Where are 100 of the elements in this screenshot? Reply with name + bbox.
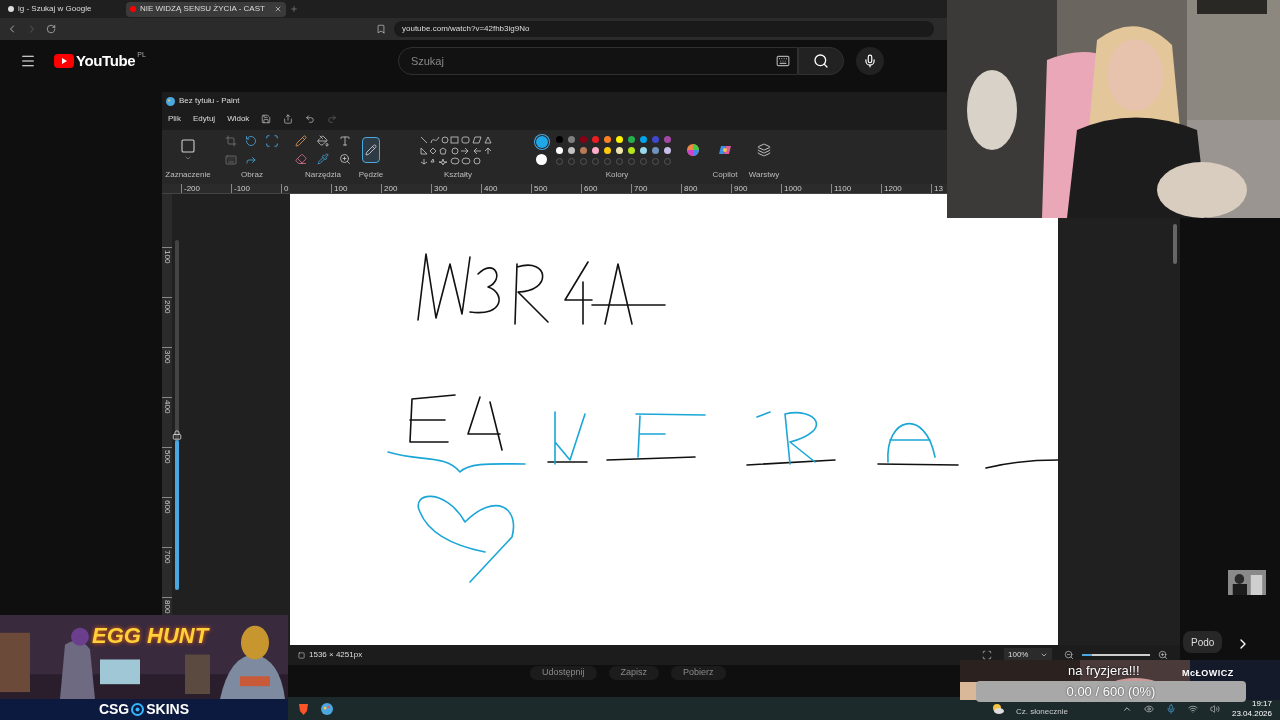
- color-swatch[interactable]: [663, 135, 671, 143]
- color-swatch[interactable]: [627, 146, 635, 154]
- color-swatch[interactable]: [615, 135, 623, 143]
- caret-icon[interactable]: [184, 154, 192, 162]
- primary-color-swatch[interactable]: [535, 135, 548, 148]
- search-button[interactable]: [797, 47, 844, 75]
- scrollbar[interactable]: [1173, 224, 1177, 264]
- window-title: Bez tytułu - Paint: [179, 95, 240, 107]
- mic-icon: [862, 54, 877, 68]
- color-swatch[interactable]: [591, 135, 599, 143]
- color-swatch[interactable]: [651, 135, 659, 143]
- video-favicon-icon: [130, 6, 136, 12]
- clock-date: 23.04.2026: [1231, 708, 1272, 719]
- ruler-label: -200: [181, 184, 231, 193]
- ruler-label: 300: [162, 347, 172, 397]
- ruler-label: 1100: [831, 184, 881, 193]
- video-action-button[interactable]: Zapisz: [608, 666, 660, 680]
- address-bar[interactable]: youtube.com/watch?v=42fhb3ig9No: [394, 21, 934, 37]
- network-icon[interactable]: [1187, 703, 1198, 714]
- secondary-color-swatch[interactable]: [536, 153, 547, 165]
- keyboard-icon[interactable]: [775, 54, 790, 68]
- group-label: Obraz: [241, 170, 263, 180]
- brush-icon[interactable]: [365, 144, 377, 156]
- ruler-label: 900: [731, 184, 781, 193]
- ruler-label: 1200: [881, 184, 931, 193]
- layers-icon[interactable]: [757, 143, 771, 157]
- ruler-label: 300: [431, 184, 481, 193]
- color-swatch[interactable]: [651, 146, 659, 154]
- fit-icon[interactable]: [982, 650, 992, 660]
- new-tab-icon[interactable]: [290, 5, 298, 13]
- browser-icon[interactable]: [298, 702, 309, 715]
- browser-tab[interactable]: NIE WIDZĄ SENSU ŻYCIA - CAST: [126, 1, 286, 17]
- color-swatch[interactable]: [579, 146, 587, 154]
- text-icon[interactable]: [339, 135, 351, 147]
- channel-tag: McŁOWICZ: [1182, 667, 1234, 681]
- group-label: Kolory: [605, 170, 629, 180]
- magnifier-icon[interactable]: [339, 153, 351, 165]
- ruler-label: 0: [281, 184, 331, 193]
- resize-icon[interactable]: [265, 134, 279, 148]
- color-swatch[interactable]: [555, 135, 563, 143]
- ruler-label: 700: [162, 547, 172, 597]
- search-field[interactable]: Szukaj: [397, 47, 798, 75]
- menu-item[interactable]: Plik: [168, 113, 181, 125]
- menu-icon[interactable]: [20, 53, 36, 69]
- save-icon[interactable]: [261, 114, 272, 124]
- search-icon: [812, 53, 829, 69]
- ruler-label: 700: [631, 184, 681, 193]
- lock-icon[interactable]: [172, 429, 182, 440]
- video-action-button[interactable]: Pobierz: [671, 666, 726, 680]
- color-swatch[interactable]: [567, 135, 575, 143]
- tray-icon[interactable]: [1143, 703, 1154, 714]
- group-label: Copilot: [712, 170, 738, 180]
- group-label: Kształty: [444, 170, 472, 180]
- weather-icon: [991, 702, 1004, 715]
- video-action-button[interactable]: Udostępnij: [530, 666, 597, 680]
- rotate-icon[interactable]: [245, 135, 257, 147]
- voice-search-button[interactable]: [855, 47, 884, 75]
- reload-icon[interactable]: [46, 24, 56, 34]
- color-swatch[interactable]: [639, 146, 647, 154]
- ruler-label: 500: [162, 447, 172, 497]
- clock-time: 19:17: [1251, 698, 1272, 709]
- canvas-size-icon: [298, 651, 305, 659]
- youtube-logo[interactable]: YouTube: [76, 49, 136, 73]
- copilot-icon[interactable]: [719, 144, 731, 156]
- color-swatch[interactable]: [639, 135, 647, 143]
- volume-icon[interactable]: [1209, 703, 1220, 714]
- fill-icon[interactable]: [317, 135, 329, 147]
- brush-button[interactable]: [362, 137, 380, 163]
- color-wheel-icon[interactable]: [686, 144, 699, 156]
- color-swatch[interactable]: [615, 146, 623, 154]
- color-swatch[interactable]: [567, 146, 575, 154]
- color-swatch[interactable]: [663, 146, 671, 154]
- eraser-icon[interactable]: [295, 153, 307, 165]
- browser-tab[interactable]: ig - Szukaj w Google: [4, 1, 122, 17]
- color-swatch[interactable]: [591, 146, 599, 154]
- color-swatch[interactable]: [555, 146, 563, 154]
- undo-icon[interactable]: [305, 114, 316, 124]
- select-icon[interactable]: [180, 138, 196, 154]
- pencil-icon[interactable]: [295, 135, 307, 147]
- share-icon[interactable]: [283, 114, 294, 124]
- menu-item[interactable]: Widok: [227, 113, 250, 125]
- flip-icon[interactable]: [245, 154, 257, 166]
- color-swatch[interactable]: [627, 135, 635, 143]
- close-icon[interactable]: [274, 5, 282, 13]
- filter-chip[interactable]: Podo: [1183, 631, 1223, 653]
- ruler-label: 1000: [781, 184, 831, 193]
- menu-item[interactable]: Edytuj: [192, 113, 216, 125]
- paint-app-icon[interactable]: [321, 702, 333, 715]
- color-swatch[interactable]: [603, 135, 611, 143]
- bookmark-icon[interactable]: [376, 24, 386, 34]
- ruler-label: 600: [162, 497, 172, 547]
- zoom-in-icon[interactable]: [1158, 650, 1168, 660]
- mic-icon[interactable]: [1165, 703, 1176, 714]
- brush-size-slider[interactable]: [175, 240, 179, 590]
- color-swatch[interactable]: [603, 146, 611, 154]
- group-label: Narzędzia: [305, 170, 341, 180]
- zoom-out-icon[interactable]: [1064, 650, 1074, 660]
- color-swatch[interactable]: [579, 135, 587, 143]
- group-label: Zaznaczenie: [165, 170, 211, 180]
- picker-icon[interactable]: [317, 153, 329, 165]
